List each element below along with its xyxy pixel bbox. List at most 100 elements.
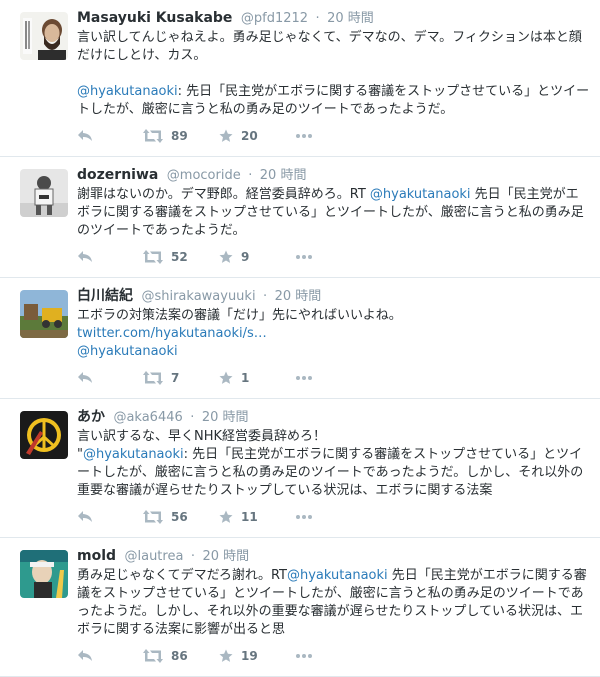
timestamp[interactable]: 20 時間 xyxy=(327,11,374,26)
mention-link[interactable]: @hyakutanaoki xyxy=(77,84,178,99)
star-icon xyxy=(219,250,233,264)
star-icon xyxy=(219,129,233,143)
reply-icon xyxy=(77,510,93,524)
separator: · xyxy=(248,168,253,183)
tweet[interactable]: Masayuki Kusakabe @pfd1212 · 20 時間 言い訳して… xyxy=(0,0,600,157)
favorite-count: 19 xyxy=(241,649,258,663)
tweet-actions: 7 1 xyxy=(77,368,590,388)
retweet-button[interactable]: 52 xyxy=(143,250,219,264)
screen-name[interactable]: @aka6446 xyxy=(113,410,182,425)
favorite-button[interactable]: 20 xyxy=(219,129,295,143)
screen-name[interactable]: @lautrea xyxy=(124,549,183,564)
favorite-count: 9 xyxy=(241,250,250,264)
screen-name[interactable]: @mocoride xyxy=(167,168,241,183)
timestamp[interactable]: 20 時間 xyxy=(202,549,249,564)
retweet-icon xyxy=(143,510,163,524)
retweet-count: 89 xyxy=(171,129,188,143)
tweet-text-segment: エボラの対策法案の審議「だけ」先にやればいいよね。 xyxy=(77,308,402,323)
favorite-button[interactable]: 19 xyxy=(219,649,295,663)
reply-icon xyxy=(77,250,93,264)
retweet-icon xyxy=(143,250,163,264)
mention-link[interactable]: @hyakutanaoki xyxy=(83,447,184,462)
more-dots-icon xyxy=(295,254,313,260)
tweet-header: Masayuki Kusakabe @pfd1212 · 20 時間 xyxy=(77,9,590,28)
more-dots-icon xyxy=(295,375,313,381)
tweet-text-segment: 言い訳してんじゃねえよ。勇み足じゃなくて、デマなの、デマ。フィクションは本と顔だ… xyxy=(77,30,582,63)
mention-link[interactable]: @hyakutanaoki xyxy=(77,344,178,359)
timestamp[interactable]: 20 時間 xyxy=(260,168,307,183)
timestamp[interactable]: 20 時間 xyxy=(202,410,249,425)
screen-name[interactable]: @shirakawayuuki xyxy=(141,289,255,304)
separator: · xyxy=(263,289,268,304)
user-name[interactable]: mold xyxy=(77,548,116,564)
reply-button[interactable] xyxy=(77,250,143,264)
retweet-button[interactable]: 89 xyxy=(143,129,219,143)
user-name[interactable]: Masayuki Kusakabe xyxy=(77,10,232,26)
screen-name[interactable]: @pfd1212 xyxy=(241,11,308,26)
tweet[interactable]: あか @aka6446 · 20 時間 言い訳するな、早くNHK経営委員辞めろ！… xyxy=(0,399,600,538)
user-name[interactable]: あか xyxy=(77,409,105,425)
tweet[interactable]: dozerniwa @mocoride · 20 時間 謝罪はないのか。デマ野郎… xyxy=(0,157,600,278)
reply-icon xyxy=(77,129,93,143)
star-icon xyxy=(219,649,233,663)
retweet-icon xyxy=(143,649,163,663)
tweet-text-segment: 謝罪はないのか。デマ野郎。経営委員辞めろ。RT xyxy=(77,187,370,202)
separator: · xyxy=(315,11,320,26)
tweet-text: 勇み足じゃなくてデマだろ謝れ。RT@hyakutanaoki 先日「民主党がエボ… xyxy=(77,567,590,639)
tweet-actions: 52 9 xyxy=(77,247,590,267)
reply-button[interactable] xyxy=(77,649,143,663)
tweet-header: dozerniwa @mocoride · 20 時間 xyxy=(77,166,590,185)
reply-button[interactable] xyxy=(77,510,143,524)
separator: · xyxy=(190,410,195,425)
more-dots-icon xyxy=(295,514,313,520)
tweet-text: 謝罪はないのか。デマ野郎。経営委員辞めろ。RT @hyakutanaoki 先日… xyxy=(77,186,590,240)
reply-icon xyxy=(77,371,93,385)
tweet-text: 言い訳するな、早くNHK経営委員辞めろ！ "@hyakutanaoki: 先日「… xyxy=(77,428,590,500)
more-button[interactable] xyxy=(295,375,313,381)
favorite-button[interactable]: 9 xyxy=(219,250,295,264)
favorite-count: 11 xyxy=(241,510,258,524)
tweet-text: 言い訳してんじゃねえよ。勇み足じゃなくて、デマなの、デマ。フィクションは本と顔だ… xyxy=(77,29,590,119)
retweet-count: 86 xyxy=(171,649,188,663)
separator: · xyxy=(190,549,196,564)
retweet-count: 7 xyxy=(171,371,180,385)
star-icon xyxy=(219,510,233,524)
retweet-count: 56 xyxy=(171,510,188,524)
retweet-button[interactable]: 56 xyxy=(143,510,219,524)
reply-button[interactable] xyxy=(77,371,143,385)
avatar[interactable] xyxy=(20,550,68,598)
user-name[interactable]: dozerniwa xyxy=(77,167,158,183)
retweet-button[interactable]: 7 xyxy=(143,371,219,385)
tweet[interactable]: mold @lautrea · 20 時間 勇み足じゃなくてデマだろ謝れ。RT@… xyxy=(0,538,600,677)
tweet-header: あか @aka6446 · 20 時間 xyxy=(77,408,590,427)
more-button[interactable] xyxy=(295,514,313,520)
more-button[interactable] xyxy=(295,254,313,260)
tweet-text: エボラの対策法案の審議「だけ」先にやればいいよね。 twitter.com/hy… xyxy=(77,307,590,361)
url-link[interactable]: twitter.com/hyakutanaoki/s… xyxy=(77,326,267,341)
favorite-button[interactable]: 11 xyxy=(219,510,295,524)
retweet-icon xyxy=(143,371,163,385)
tweet-actions: 86 19 xyxy=(77,646,590,666)
retweet-count: 52 xyxy=(171,250,188,264)
avatar[interactable] xyxy=(20,290,68,338)
tweet-header: 白川結紀 @shirakawayuuki · 20 時間 xyxy=(77,287,590,306)
timestamp[interactable]: 20 時間 xyxy=(275,289,322,304)
avatar[interactable] xyxy=(20,169,68,217)
tweet-text-segment: 勇み足じゃなくてデマだろ謝れ。RT xyxy=(77,568,287,583)
favorite-count: 20 xyxy=(241,129,258,143)
tweet-actions: 56 11 xyxy=(77,507,590,527)
avatar[interactable] xyxy=(20,12,68,60)
mention-link[interactable]: @hyakutanaoki xyxy=(370,187,471,202)
favorite-button[interactable]: 1 xyxy=(219,371,295,385)
more-button[interactable] xyxy=(295,133,313,139)
reply-icon xyxy=(77,649,93,663)
retweet-button[interactable]: 86 xyxy=(143,649,219,663)
user-name[interactable]: 白川結紀 xyxy=(77,288,133,304)
tweet[interactable]: 白川結紀 @shirakawayuuki · 20 時間 エボラの対策法案の審議… xyxy=(0,278,600,399)
tweet-actions: 89 20 xyxy=(77,126,590,146)
mention-link[interactable]: @hyakutanaoki xyxy=(287,568,388,583)
more-button[interactable] xyxy=(295,653,313,659)
more-dots-icon xyxy=(295,653,313,659)
reply-button[interactable] xyxy=(77,129,143,143)
avatar[interactable] xyxy=(20,411,68,459)
